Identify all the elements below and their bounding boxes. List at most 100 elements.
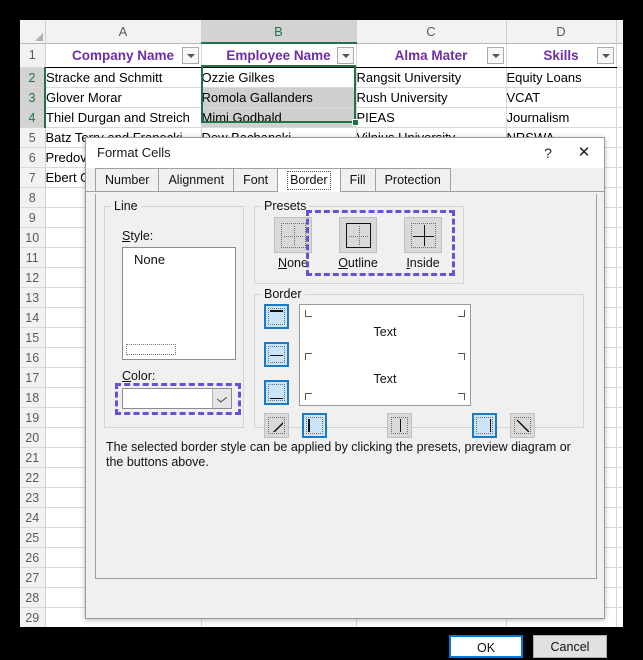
color-dropdown[interactable]	[122, 388, 232, 409]
row-header-21[interactable]: 21	[20, 447, 46, 468]
fill-handle[interactable]	[352, 119, 359, 126]
tab-alignment[interactable]: Alignment	[158, 168, 235, 191]
row-header-17[interactable]: 17	[20, 367, 46, 388]
column-header-A[interactable]: A	[45, 20, 202, 44]
row-header-18[interactable]: 18	[20, 387, 46, 408]
row-header-25[interactable]: 25	[20, 527, 46, 548]
close-icon[interactable]: ✕	[568, 138, 600, 168]
row-header-15[interactable]: 15	[20, 327, 46, 348]
row-header-9[interactable]: 9	[20, 207, 46, 228]
row-header-8[interactable]: 8	[20, 187, 46, 208]
preset-outline-button[interactable]: Outline	[328, 217, 388, 270]
cell-B4[interactable]: Mimi Godbald	[201, 107, 357, 128]
dialog-tabstrip[interactable]: Number Alignment Font Border Fill Protection	[86, 168, 604, 192]
row-header-24[interactable]: 24	[20, 507, 46, 528]
border-right-button[interactable]	[472, 413, 497, 438]
row-header-6[interactable]: 6	[20, 147, 46, 168]
preset-none-button[interactable]: None	[263, 217, 323, 270]
cell-pad	[616, 447, 623, 468]
border-diagonal-down-button[interactable]	[510, 413, 535, 438]
row-header-11[interactable]: 11	[20, 247, 46, 268]
cell-A2[interactable]: Stracke and Schmitt	[45, 67, 202, 88]
cell-pad	[616, 307, 623, 328]
row-header-29[interactable]: 29	[20, 607, 46, 627]
preview-corner-middle-right	[458, 353, 465, 360]
chevron-down-icon[interactable]	[212, 389, 231, 408]
tab-protection[interactable]: Protection	[374, 168, 451, 191]
header-cell-D1[interactable]: Skills	[506, 43, 617, 68]
row-header-19[interactable]: 19	[20, 407, 46, 428]
row-header-7[interactable]: 7	[20, 167, 46, 188]
style-focus-rect	[126, 344, 176, 355]
row-header-23[interactable]: 23	[20, 487, 46, 508]
filter-dropdown-icon[interactable]	[336, 47, 354, 64]
style-listbox[interactable]: None	[122, 247, 236, 360]
preset-inside-button[interactable]: Inside	[393, 217, 453, 270]
header-cell-label: Employee Name	[226, 48, 331, 63]
cell-B2[interactable]: Ozzie Gilkes	[201, 67, 357, 88]
row-header-14[interactable]: 14	[20, 307, 46, 328]
cell-A4[interactable]: Thiel Durgan and Streich	[45, 107, 202, 128]
filter-dropdown-icon[interactable]	[596, 46, 614, 64]
row-header-20[interactable]: 20	[20, 427, 46, 448]
cell-D2[interactable]: Equity Loans	[506, 67, 617, 88]
row-header-3[interactable]: 3	[20, 87, 46, 108]
cell-pad	[616, 267, 623, 288]
row-header-12[interactable]: 12	[20, 267, 46, 288]
row-header-10[interactable]: 10	[20, 227, 46, 248]
row-header-27[interactable]: 27	[20, 567, 46, 588]
border-left-button[interactable]	[302, 413, 327, 438]
filter-dropdown-icon[interactable]	[486, 46, 504, 64]
row-header-4[interactable]: 4	[20, 107, 46, 128]
filter-dropdown-icon[interactable]	[181, 46, 199, 64]
cell-pad	[616, 367, 623, 388]
line-group: Line Style: None Color:	[104, 199, 244, 428]
header-cell-B1[interactable]: Employee Name	[201, 43, 357, 68]
tab-border[interactable]: Border	[277, 168, 341, 192]
dialog-titlebar[interactable]: Format Cells ? ✕	[86, 138, 604, 168]
header-cell-C1[interactable]: Alma Mater	[356, 43, 507, 68]
row-header-2[interactable]: 2	[20, 67, 46, 88]
row-header-28[interactable]: 28	[20, 587, 46, 608]
cell-B3[interactable]: Romola Gallanders	[201, 87, 357, 108]
row-header-5[interactable]: 5	[20, 127, 46, 148]
row-header-22[interactable]: 22	[20, 467, 46, 488]
border-top-button[interactable]	[264, 304, 289, 329]
row-header-26[interactable]: 26	[20, 547, 46, 568]
border-horizontal-middle-button[interactable]	[264, 342, 289, 367]
format-cells-dialog[interactable]: Format Cells ? ✕ Number Alignment Font Bord…	[85, 137, 607, 658]
cell-pad	[616, 467, 623, 488]
tab-fill[interactable]: Fill	[339, 168, 376, 191]
border-diagonal-up-button[interactable]	[264, 413, 289, 438]
style-option-none[interactable]: None	[134, 252, 165, 267]
border-help-text: The selected border style can be applied…	[106, 440, 571, 469]
column-header-D[interactable]: D	[506, 20, 617, 44]
cell-D4[interactable]: Journalism	[506, 107, 617, 128]
row-header-1[interactable]: 1	[20, 43, 46, 68]
tab-font[interactable]: Font	[233, 168, 279, 191]
header-cell-A1[interactable]: Company Name	[45, 43, 202, 68]
dialog-title: Format Cells	[97, 145, 171, 160]
row-header-16[interactable]: 16	[20, 347, 46, 368]
border-vertical-middle-button[interactable]	[387, 413, 412, 438]
column-header-B[interactable]: B	[201, 20, 357, 44]
cell-A3[interactable]: Glover Morar	[45, 87, 202, 108]
column-header-C[interactable]: C	[356, 20, 507, 44]
help-icon[interactable]: ?	[532, 138, 564, 168]
cell-pad	[616, 407, 623, 428]
cell-C2[interactable]: Rangsit University	[356, 67, 507, 88]
cell-D3[interactable]: VCAT	[506, 87, 617, 108]
cell-pad	[616, 507, 623, 528]
row-header-13[interactable]: 13	[20, 287, 46, 308]
tab-label: Border	[287, 171, 331, 190]
preset-inside-icon	[404, 217, 442, 253]
dialog-body: Line Style: None Color: Presets None Out…	[86, 192, 607, 658]
border-preview-diagram[interactable]: Text Text	[299, 304, 471, 406]
select-all-corner[interactable]	[20, 20, 46, 44]
preset-none-icon	[274, 217, 312, 253]
cell-pad	[616, 567, 623, 588]
cell-C4[interactable]: PIEAS	[356, 107, 507, 128]
border-bottom-button[interactable]	[264, 380, 289, 405]
cell-C3[interactable]: Rush University	[356, 87, 507, 108]
tab-number[interactable]: Number	[95, 168, 160, 191]
